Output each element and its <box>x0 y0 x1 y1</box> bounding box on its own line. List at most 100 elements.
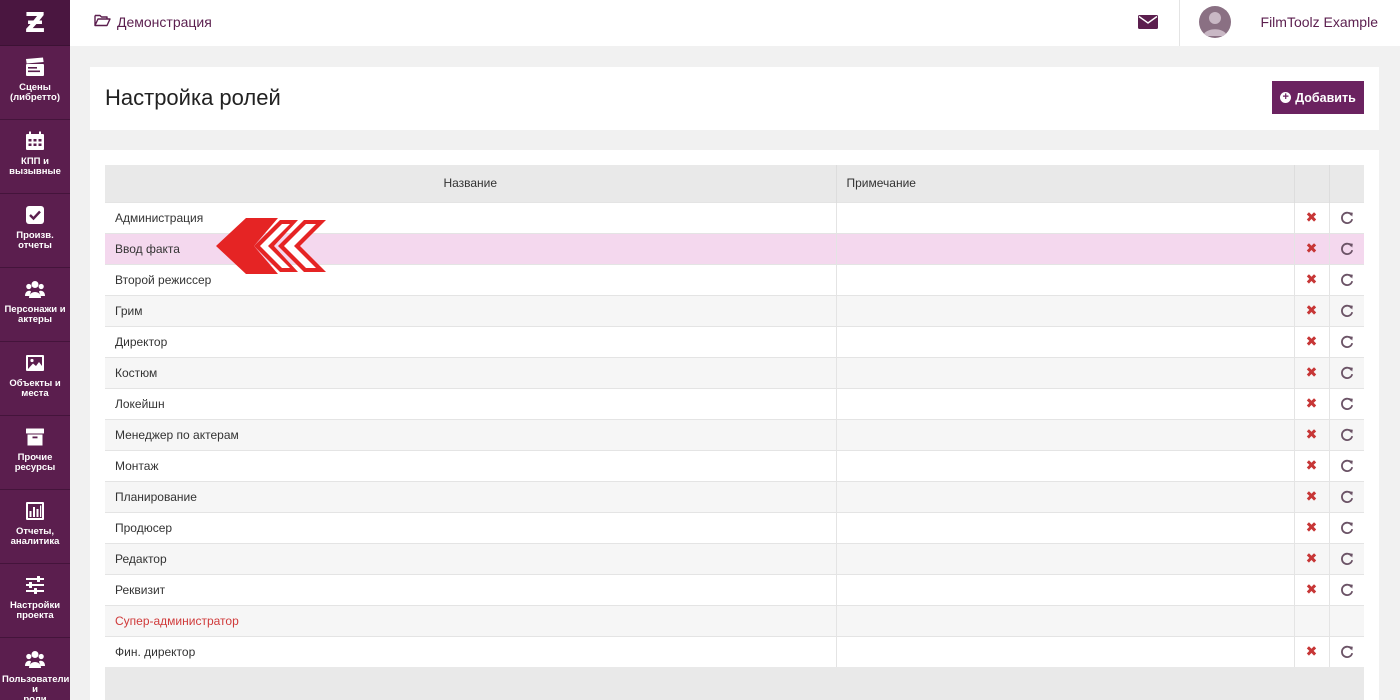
reset-role-button[interactable] <box>1329 325 1364 357</box>
role-name-cell[interactable]: Редактор <box>105 542 837 574</box>
role-note-cell[interactable] <box>836 201 1295 233</box>
role-note-cell[interactable] <box>836 635 1295 667</box>
table-row[interactable]: Супер-администратор <box>105 604 1364 636</box>
table-row[interactable]: Монтаж ✖ <box>105 449 1364 481</box>
sidebar-item-5[interactable]: Объекты и места <box>0 342 70 416</box>
reset-role-button[interactable] <box>1329 573 1364 605</box>
role-name-cell[interactable]: Директор <box>105 325 837 357</box>
reset-role-button[interactable] <box>1329 387 1364 419</box>
reset-role-button[interactable] <box>1329 294 1364 326</box>
app-logo[interactable]: Ƶ <box>0 0 70 46</box>
delete-role-button[interactable]: ✖ <box>1294 201 1330 233</box>
role-note-cell[interactable] <box>836 511 1295 543</box>
role-name-cell[interactable]: Грим <box>105 294 837 326</box>
sidebar-item-6[interactable]: Прочие ресурсы <box>0 416 70 490</box>
column-header-name[interactable]: Название <box>105 165 837 202</box>
role-name-cell[interactable]: Администрация <box>105 201 837 233</box>
column-header-note[interactable]: Примечание <box>836 165 1295 202</box>
reset-role-button[interactable] <box>1329 418 1364 450</box>
envelope-icon[interactable] <box>1138 14 1158 30</box>
clapperboard-icon <box>24 56 46 78</box>
delete-role-button[interactable]: ✖ <box>1294 542 1330 574</box>
role-name-cell[interactable]: Супер-администратор <box>105 604 837 636</box>
reset-role-button[interactable] <box>1329 635 1364 667</box>
role-note-cell[interactable] <box>836 356 1295 388</box>
role-note-cell[interactable] <box>836 387 1295 419</box>
table-row[interactable]: Продюсер ✖ <box>105 511 1364 543</box>
sidebar-item-4[interactable]: Персонажи и актеры <box>0 268 70 342</box>
role-note-cell[interactable] <box>836 449 1295 481</box>
delete-role-button[interactable]: ✖ <box>1294 635 1330 667</box>
reset-role-button[interactable] <box>1329 480 1364 512</box>
reset-role-button[interactable] <box>1329 511 1364 543</box>
delete-role-button[interactable]: ✖ <box>1294 480 1330 512</box>
delete-role-button[interactable]: ✖ <box>1294 511 1330 543</box>
delete-role-button[interactable]: ✖ <box>1294 356 1330 388</box>
table-row[interactable]: Директор ✖ <box>105 325 1364 357</box>
role-name-cell[interactable]: Реквизит <box>105 573 837 605</box>
reset-role-button[interactable] <box>1329 356 1364 388</box>
role-name-cell[interactable]: Костюм <box>105 356 837 388</box>
table-row[interactable]: Костюм ✖ <box>105 356 1364 388</box>
delete-role-button[interactable]: ✖ <box>1294 387 1330 419</box>
role-note-cell[interactable] <box>836 542 1295 574</box>
breadcrumb[interactable]: Демонстрация <box>94 13 212 30</box>
table-row[interactable]: Редактор ✖ <box>105 542 1364 574</box>
role-name-cell[interactable]: Менеджер по актерам <box>105 418 837 450</box>
refresh-icon <box>1340 365 1354 379</box>
role-name-cell[interactable]: Продюсер <box>105 511 837 543</box>
sidebar-item-9[interactable]: Пользователи и роли <box>0 638 70 700</box>
sidebar-item-label: Персонажи и актеры <box>4 304 66 325</box>
table-row[interactable]: Грим ✖ <box>105 294 1364 326</box>
reset-role-button[interactable] <box>1329 542 1364 574</box>
sidebar-item-label: Произв. отчеты <box>16 230 54 251</box>
delete-role-button[interactable]: ✖ <box>1294 294 1330 326</box>
delete-role-button[interactable]: ✖ <box>1294 573 1330 605</box>
role-note-cell[interactable] <box>836 263 1295 295</box>
user-name[interactable]: FilmToolz Example <box>1261 14 1378 30</box>
role-name-cell[interactable]: Ввод факта <box>105 232 837 264</box>
role-note-cell[interactable] <box>836 604 1295 636</box>
avatar[interactable] <box>1199 6 1231 38</box>
add-role-button[interactable]: + Добавить <box>1272 81 1364 114</box>
sidebar-item-7[interactable]: Отчеты, аналитика <box>0 490 70 564</box>
role-note-cell[interactable] <box>836 480 1295 512</box>
delete-role-button[interactable]: ✖ <box>1294 325 1330 357</box>
delete-role-button[interactable]: ✖ <box>1294 232 1330 264</box>
delete-role-button[interactable]: ✖ <box>1294 418 1330 450</box>
table-row[interactable]: Реквизит ✖ <box>105 573 1364 605</box>
role-name-cell[interactable]: Фин. директор <box>105 635 837 667</box>
role-name-cell[interactable]: Монтаж <box>105 449 837 481</box>
sidebar-item-8[interactable]: Настройки проекта <box>0 564 70 638</box>
sidebar-item-1[interactable]: Сцены (либретто) <box>0 46 70 120</box>
refresh-icon <box>1340 551 1354 565</box>
role-note-cell[interactable] <box>836 232 1295 264</box>
sidebar-item-3[interactable]: Произв. отчеты <box>0 194 70 268</box>
table-row[interactable]: Администрация ✖ <box>105 201 1364 233</box>
role-name-cell[interactable]: Второй режиссер <box>105 263 837 295</box>
role-note-cell[interactable] <box>836 573 1295 605</box>
role-note-cell[interactable] <box>836 325 1295 357</box>
table-row[interactable]: Ввод факта ✖ <box>105 232 1364 264</box>
reset-role-button[interactable] <box>1329 232 1364 264</box>
sidebar-item-label: Сцены (либретто) <box>9 82 60 103</box>
close-icon: ✖ <box>1305 643 1318 660</box>
table-row[interactable]: Фин. директор ✖ <box>105 635 1364 667</box>
role-note-cell[interactable] <box>836 418 1295 450</box>
delete-role-button[interactable]: ✖ <box>1294 263 1330 295</box>
role-note-cell[interactable] <box>836 294 1295 326</box>
table-row[interactable]: Локейшн ✖ <box>105 387 1364 419</box>
reset-role-button[interactable] <box>1329 201 1364 233</box>
topbar-divider <box>1179 0 1180 46</box>
sidebar-item-2[interactable]: КПП и вызывные <box>0 120 70 194</box>
role-name-cell[interactable]: Планирование <box>105 480 837 512</box>
delete-role-button[interactable]: ✖ <box>1294 449 1330 481</box>
refresh-icon <box>1340 241 1354 255</box>
table-row[interactable]: Второй режиссер ✖ <box>105 263 1364 295</box>
table-row[interactable]: Менеджер по актерам ✖ <box>105 418 1364 450</box>
reset-role-button[interactable] <box>1329 449 1364 481</box>
reset-role-button[interactable] <box>1329 263 1364 295</box>
bar-chart-icon <box>24 500 46 522</box>
table-row[interactable]: Планирование ✖ <box>105 480 1364 512</box>
role-name-cell[interactable]: Локейшн <box>105 387 837 419</box>
